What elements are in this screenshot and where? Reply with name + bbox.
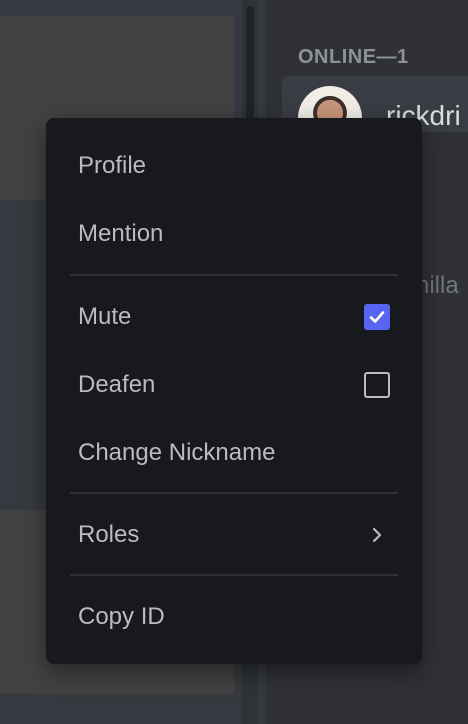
- checkbox-checked-icon[interactable]: [364, 304, 390, 330]
- menu-separator: [70, 274, 398, 276]
- menu-item-copy-id[interactable]: Copy ID: [70, 589, 398, 645]
- menu-separator: [70, 492, 398, 494]
- menu-item-label: Mute: [78, 303, 132, 330]
- menu-item-mention[interactable]: Mention: [70, 206, 398, 262]
- menu-item-profile[interactable]: Profile: [70, 138, 398, 194]
- menu-item-label: Copy ID: [78, 603, 165, 630]
- menu-item-roles[interactable]: Roles: [70, 507, 398, 563]
- member-status-text: nilla: [416, 272, 459, 299]
- menu-item-mute[interactable]: Mute: [70, 289, 398, 345]
- menu-item-label: Roles: [78, 521, 140, 548]
- online-section-header: ONLINE—1: [298, 46, 409, 68]
- menu-item-label: Deafen: [78, 371, 156, 398]
- menu-separator: [70, 574, 398, 576]
- menu-item-label: Mention: [78, 220, 164, 247]
- checkbox-empty-icon[interactable]: [364, 372, 390, 398]
- menu-item-label: Profile: [78, 152, 147, 179]
- menu-item-change-nickname[interactable]: Change Nickname: [70, 425, 398, 481]
- menu-item-label: Change Nickname: [78, 439, 276, 466]
- user-context-menu: Profile Mention Mute Deafen Change Nickn…: [46, 118, 422, 664]
- menu-item-deafen[interactable]: Deafen: [70, 357, 398, 413]
- chevron-right-icon: [364, 522, 390, 548]
